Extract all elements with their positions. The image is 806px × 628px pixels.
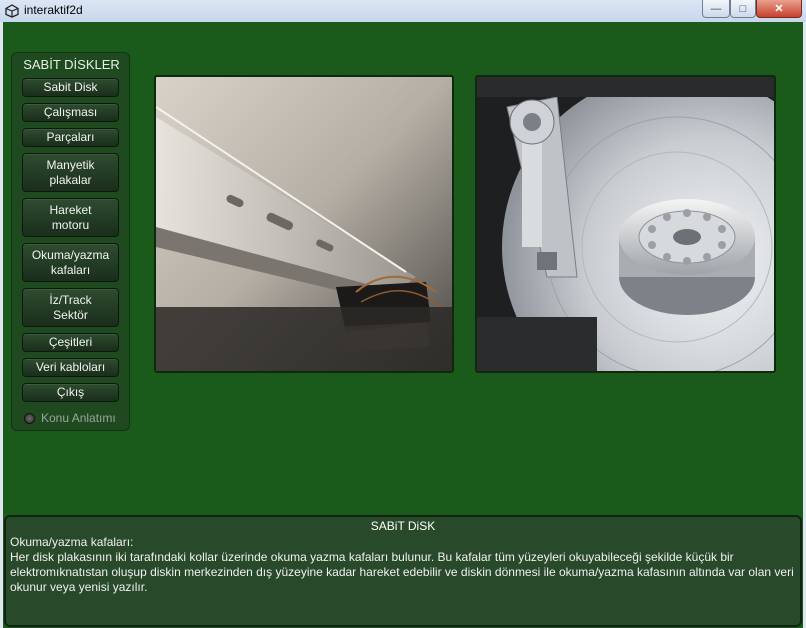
hard-disk-platter-image [475,75,776,373]
konu-anlatimi-radio[interactable]: Konu Anlatımı [24,411,116,425]
menu-manyetik-plakalar-button[interactable]: Manyetik plakalar [22,153,119,192]
menu-veri-kablolari-button[interactable]: Veri kabloları [22,358,119,377]
window-title: interaktif2d [24,3,83,17]
radio-label: Konu Anlatımı [41,411,116,425]
close-button[interactable]: ✕ [756,0,802,18]
menu-item-label: İz/Track Sektör [49,292,92,322]
menu-hareket-motoru-button[interactable]: Hareket motoru [22,198,119,237]
sidebar-title: SABİT DİSKLER [23,57,120,72]
menu-item-label: Çıkış [56,385,85,399]
info-panel: SABiT DiSK Okuma/yazma kafaları: Her dis… [4,515,802,627]
menu-okuma-yazma-kafalari-button[interactable]: Okuma/yazma kafaları [22,243,119,282]
menu-item-label: Veri kabloları [35,360,106,374]
info-panel-title: SABiT DiSK [370,519,436,533]
menu-sabit-disk-button[interactable]: Sabit Disk [22,78,119,97]
menu-item-label: Çalışması [43,105,98,119]
minimize-button[interactable]: — [702,0,730,18]
sidebar-menu: SABİT DİSKLER Sabit Disk Çalışması Parça… [11,52,130,431]
menu-item-label: Hareket motoru [49,202,92,232]
menu-cesitleri-button[interactable]: Çeşitleri [22,333,119,352]
radio-indicator-icon [24,412,35,424]
menu-item-label: Parçaları [46,130,95,144]
menu-item-label: Okuma/yazma kafaları [31,247,110,277]
app-canvas: SABİT DİSKLER Sabit Disk Çalışması Parça… [0,22,806,628]
menu-item-label: Sabit Disk [43,80,98,94]
title-bar: interaktif2d — □ ✕ [0,0,806,23]
menu-item-label: Çeşitleri [48,335,93,349]
menu-cikis-button[interactable]: Çıkış [22,383,119,402]
menu-parcalari-button[interactable]: Parçaları [22,128,119,147]
menu-calismasi-button[interactable]: Çalışması [22,103,119,122]
maximize-button[interactable]: □ [730,0,756,18]
menu-iz-track-sektor-button[interactable]: İz/Track Sektör [22,288,119,327]
menu-item-label: Manyetik plakalar [46,157,95,187]
unity-app-icon [5,4,19,18]
info-panel-subtitle: Okuma/yazma kafaları: [10,535,134,549]
head-closeup-image [154,75,454,373]
info-panel-body: Her disk plakasının iki tarafındaki koll… [10,550,794,594]
